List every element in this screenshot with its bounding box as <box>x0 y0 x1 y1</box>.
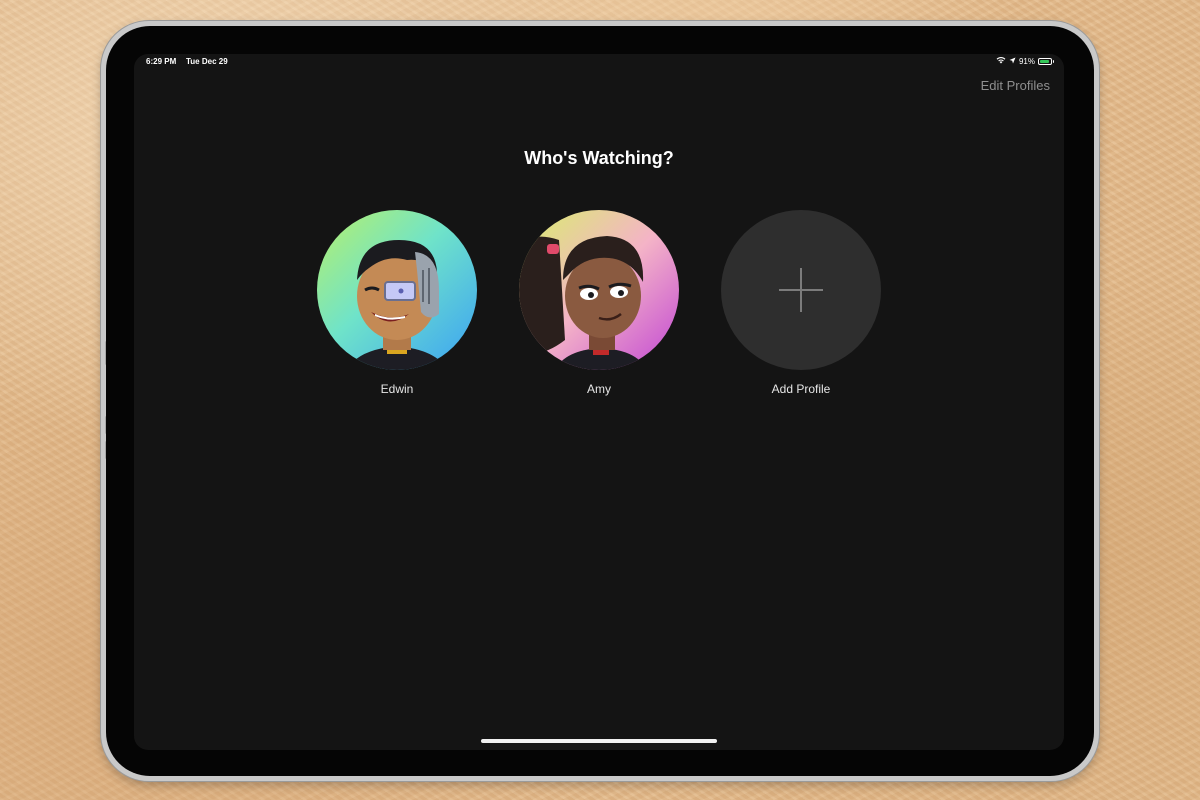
android-avatar-icon <box>317 210 477 370</box>
status-indicators: 91% <box>996 56 1054 66</box>
page-title: Who's Watching? <box>524 148 674 168</box>
profile-card[interactable]: Edwin <box>317 210 477 396</box>
profile-card[interactable]: Amy <box>519 210 679 396</box>
status-date: Tue Dec 29 <box>186 57 228 66</box>
avatar[interactable] <box>317 210 477 370</box>
location-arrow-icon <box>1009 57 1016 66</box>
status-bar: 6:29 PM Tue Dec 29 91% <box>134 54 1064 70</box>
ipad-device: 6:29 PM Tue Dec 29 91% Edit Profiles Who… <box>101 21 1099 781</box>
app-screen: 6:29 PM Tue Dec 29 91% Edit Profiles Who… <box>134 54 1064 750</box>
battery-icon <box>1038 57 1054 65</box>
profile-name: Amy <box>587 382 611 396</box>
add-profile-label: Add Profile <box>771 382 831 396</box>
avatar[interactable] <box>519 210 679 370</box>
add-profile-circle[interactable] <box>721 210 881 370</box>
battery-fill <box>1040 59 1049 63</box>
edit-profiles-button[interactable]: Edit Profiles <box>981 78 1050 93</box>
battery-percent: 91% <box>1018 56 1035 66</box>
status-time: 6:29 PM <box>146 57 177 66</box>
add-profile-button[interactable]: Add Profile <box>721 210 881 396</box>
profile-name: Edwin <box>380 382 414 396</box>
wifi-icon <box>996 56 1006 66</box>
woman-avatar-icon <box>519 210 679 370</box>
plus-icon <box>779 268 823 312</box>
home-indicator[interactable] <box>481 739 717 743</box>
